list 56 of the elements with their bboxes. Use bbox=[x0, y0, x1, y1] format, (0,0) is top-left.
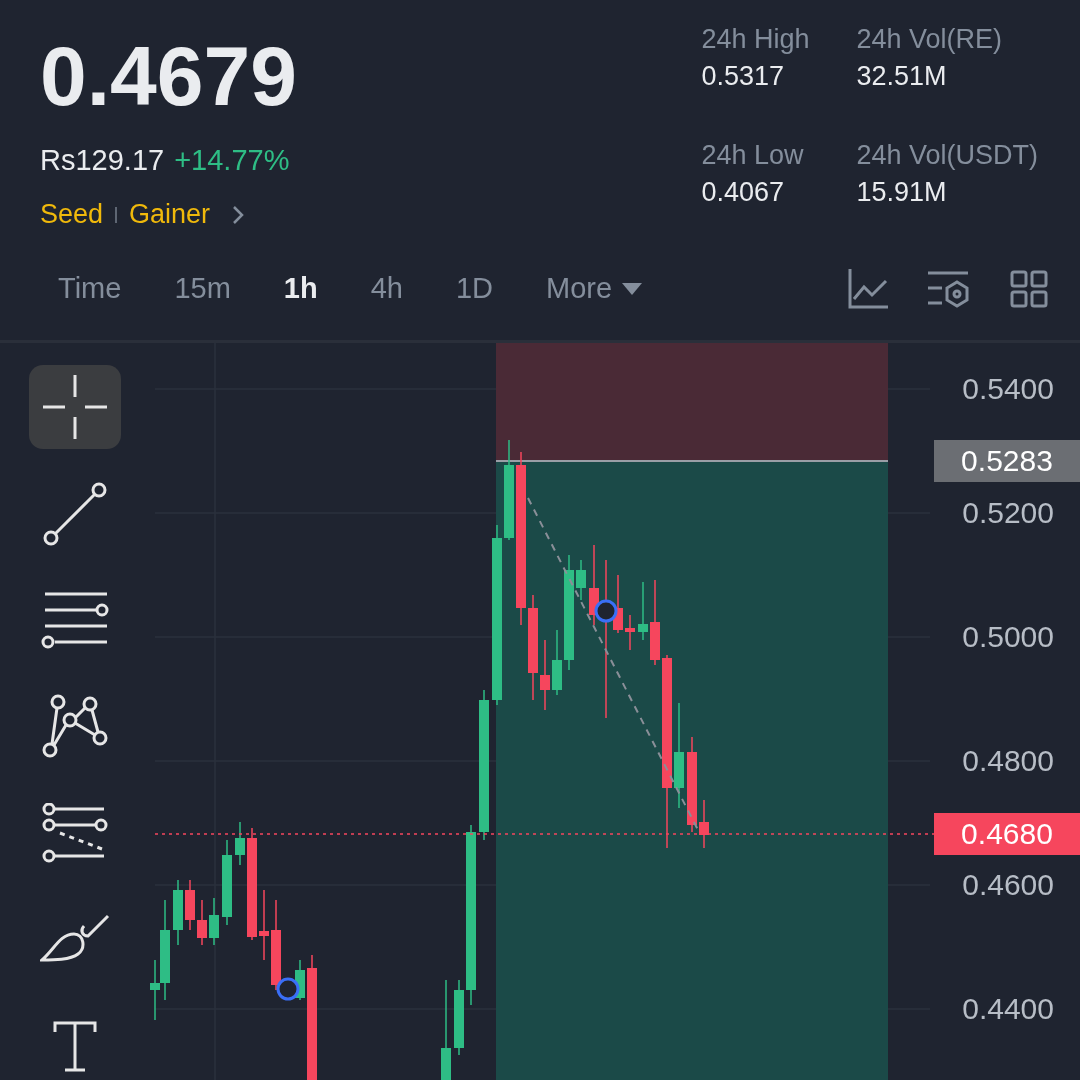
token-tag[interactable]: Seed bbox=[40, 199, 104, 230]
brush-icon bbox=[40, 914, 110, 965]
candlestick bbox=[197, 899, 207, 946]
candlestick bbox=[699, 799, 709, 849]
stat-value: 32.51M bbox=[856, 61, 948, 92]
price-axis-label: 0.5000 bbox=[962, 620, 1054, 654]
interval-tab[interactable]: 1D bbox=[435, 272, 513, 305]
stat-value: 0.4067 bbox=[701, 176, 785, 208]
stat-label: 24h High bbox=[701, 24, 811, 55]
price-axis-label: 0.4800 bbox=[962, 744, 1054, 778]
price-axis-label: 0.5200 bbox=[962, 496, 1054, 530]
candlestick bbox=[185, 879, 195, 931]
candlestick bbox=[625, 614, 635, 651]
stat-value: 15.91M bbox=[856, 176, 948, 208]
price-axis-label: 0.4400 bbox=[962, 992, 1054, 1026]
candlestick bbox=[552, 629, 562, 696]
caret-down-icon bbox=[622, 282, 643, 295]
stat-value: 0.5317 bbox=[701, 61, 785, 92]
fiat-price: Rs129.17 bbox=[40, 144, 165, 177]
candlestick bbox=[638, 581, 648, 641]
interval-tab[interactable]: 15m bbox=[154, 272, 251, 305]
parallel-lines-icon bbox=[41, 590, 109, 651]
indicator-settings-icon[interactable] bbox=[928, 269, 970, 308]
line-chart-icon[interactable] bbox=[848, 268, 888, 309]
last-price: 0.4679 bbox=[40, 34, 297, 118]
candlestick bbox=[209, 897, 219, 946]
crosshair-icon bbox=[43, 375, 107, 440]
token-tag[interactable]: Gainer bbox=[129, 199, 211, 230]
interval-tab[interactable]: More bbox=[526, 272, 663, 305]
trade-marker-icon[interactable] bbox=[594, 599, 618, 623]
position-zone-drawing[interactable] bbox=[495, 343, 889, 1080]
fib-lines-icon bbox=[42, 802, 108, 863]
range-price-tag: 0.5283 bbox=[934, 440, 1080, 482]
grid-layout-icon[interactable] bbox=[1010, 269, 1048, 308]
trend-line[interactable] bbox=[527, 497, 699, 831]
price-axis-label: 0.5400 bbox=[962, 372, 1054, 406]
stat-label: 24h Vol(USDT) bbox=[856, 139, 1038, 171]
pattern-icon bbox=[42, 694, 108, 759]
price-axis-label: 0.4600 bbox=[962, 868, 1054, 902]
candlestick bbox=[259, 889, 269, 961]
stat-label: 24h Low bbox=[701, 139, 805, 171]
last-price-tag: 0.4680 bbox=[934, 813, 1080, 855]
trade-marker-icon[interactable] bbox=[276, 977, 300, 1001]
text-tool-icon bbox=[53, 1019, 97, 1072]
trend-line-icon bbox=[43, 481, 107, 546]
interval-tab[interactable]: 1h bbox=[263, 272, 338, 305]
candlestick bbox=[540, 639, 550, 711]
interval-tab[interactable]: Time bbox=[38, 272, 142, 305]
price-change: +14.77% bbox=[174, 144, 290, 177]
candlestick bbox=[576, 559, 586, 601]
candlestick bbox=[173, 879, 183, 946]
chevron-right-icon[interactable] bbox=[232, 204, 245, 225]
interval-tab[interactable]: 4h bbox=[350, 272, 423, 305]
drawing-tool-button[interactable] bbox=[29, 365, 121, 450]
candlestick bbox=[235, 821, 245, 866]
stat-label: 24h Vol(RE) bbox=[856, 24, 1003, 55]
